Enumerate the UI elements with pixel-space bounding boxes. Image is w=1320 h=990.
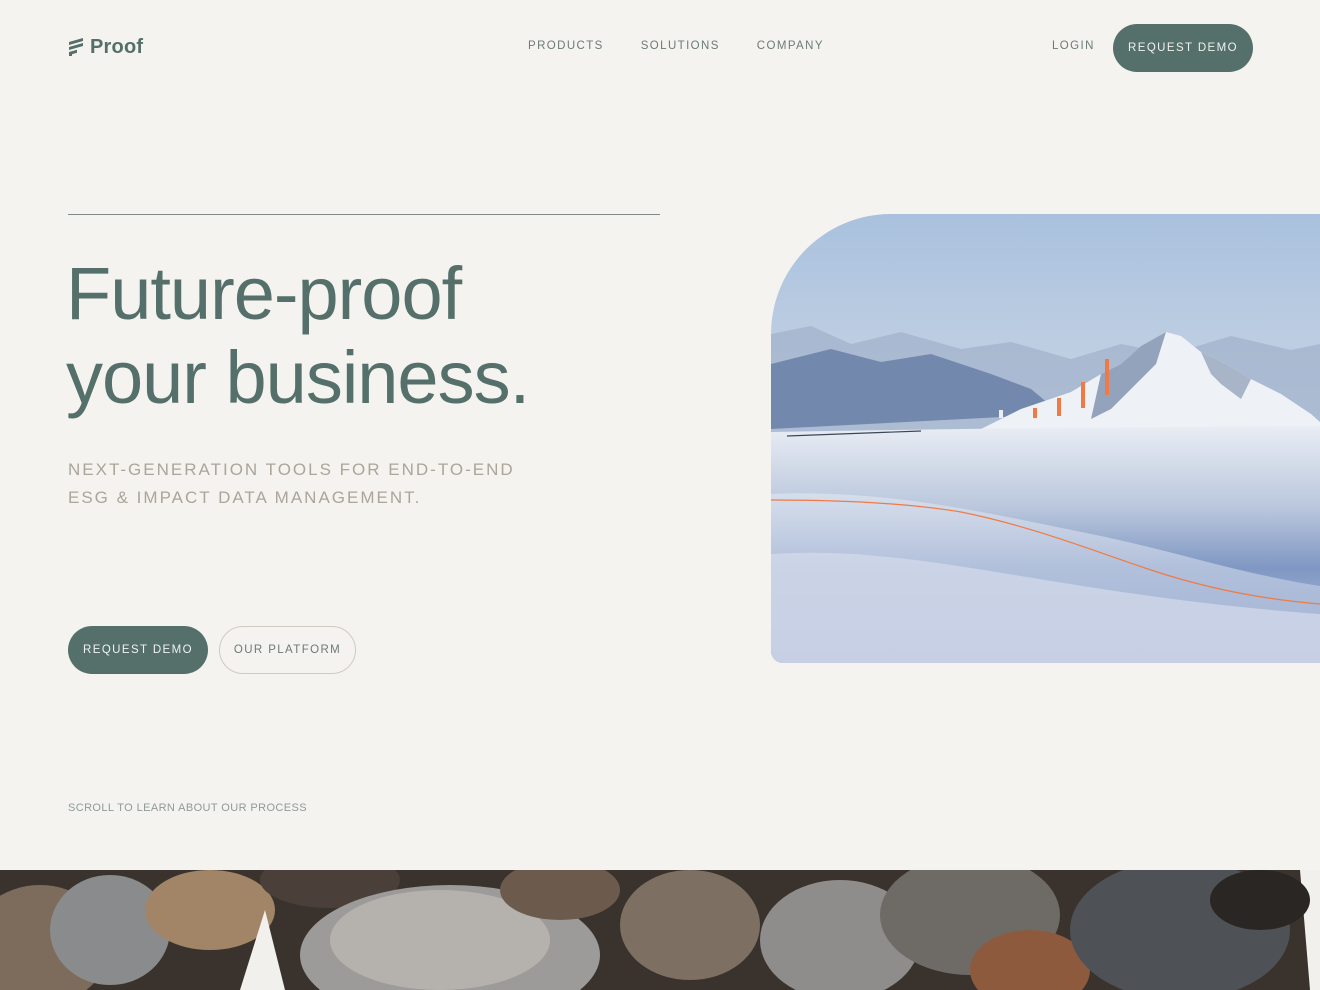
hero-title: Future-proof your business. (66, 252, 686, 420)
login-link[interactable]: LOGIN (1052, 40, 1095, 52)
rocks-illustration (0, 870, 1320, 990)
logo-text: Proof (90, 35, 144, 58)
hero-request-demo-button[interactable]: REQUEST DEMO (68, 626, 208, 674)
main-nav: PRODUCTS SOLUTIONS COMPANY (528, 40, 824, 52)
nav-company[interactable]: COMPANY (757, 40, 824, 52)
site-header: Proof PRODUCTS SOLUTIONS COMPANY LOGIN R… (0, 0, 1320, 96)
our-platform-button[interactable]: OUR PLATFORM (219, 626, 356, 674)
scroll-hint: SCROLL TO LEARN ABOUT OUR PROCESS (68, 802, 307, 814)
hero-subtitle-line-2: ESG & IMPACT DATA MANAGEMENT. (68, 488, 422, 507)
proof-logo-icon (69, 38, 83, 56)
hero-title-line-1: Future-proof (66, 252, 462, 335)
logo-link[interactable]: Proof (68, 34, 143, 60)
hero-subtitle-line-1: NEXT-GENERATION TOOLS FOR END-TO-END (68, 460, 515, 479)
header-request-demo-button[interactable]: REQUEST DEMO (1113, 24, 1253, 72)
hero-subtitle: NEXT-GENERATION TOOLS FOR END-TO-END ESG… (68, 456, 568, 512)
nav-products[interactable]: PRODUCTS (528, 40, 604, 52)
hero-mountain-image (771, 214, 1320, 663)
hero-title-line-2: your business. (66, 336, 530, 419)
hero-divider (68, 214, 660, 215)
rocks-image-strip (0, 870, 1320, 990)
mountain-illustration (771, 214, 1320, 663)
nav-solutions[interactable]: SOLUTIONS (641, 40, 720, 52)
